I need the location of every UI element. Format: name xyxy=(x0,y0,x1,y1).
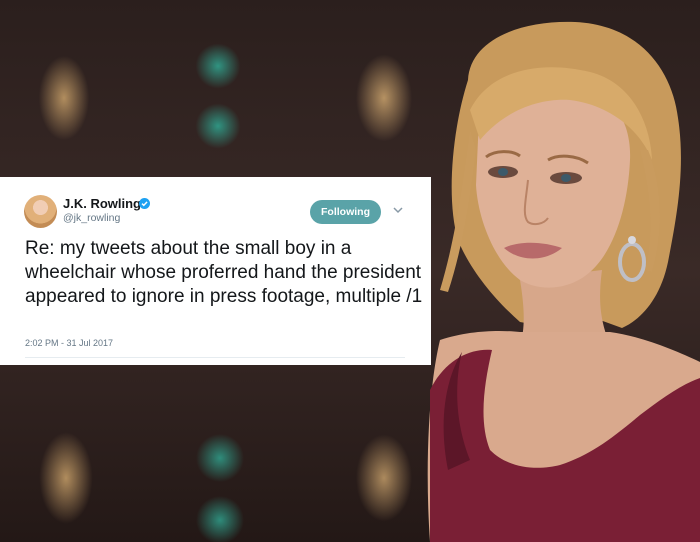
tweet-timestamp[interactable]: 2:02 PM - 31 Jul 2017 xyxy=(25,338,113,348)
tweet-text: Re: my tweets about the small boy in a w… xyxy=(25,238,423,307)
avatar[interactable] xyxy=(24,195,57,228)
chevron-down-icon[interactable] xyxy=(393,207,403,214)
following-button[interactable]: Following xyxy=(310,200,381,224)
verified-badge-icon xyxy=(139,198,150,209)
handle[interactable]: @jk_rowling xyxy=(63,212,120,224)
display-name[interactable]: J.K. Rowling xyxy=(63,196,141,211)
divider xyxy=(25,357,405,358)
